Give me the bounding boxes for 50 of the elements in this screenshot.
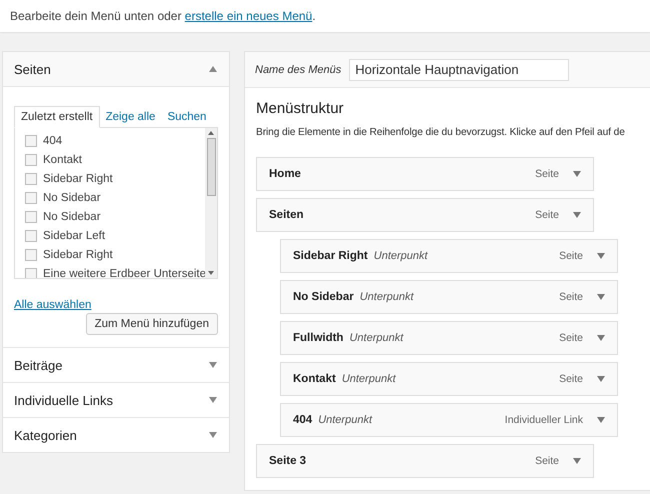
caret-icon xyxy=(573,171,581,177)
menu-item[interactable]: Sidebar Right Unterpunkt Seite xyxy=(280,239,618,273)
menu-item[interactable]: Home Seite xyxy=(256,157,594,191)
menu-name-label: Name des Menüs xyxy=(255,64,342,76)
create-menu-link[interactable]: erstelle ein neues Menü xyxy=(184,9,312,23)
tab[interactable]: Zeige alle xyxy=(100,107,162,127)
checkbox[interactable] xyxy=(25,172,37,184)
caret-icon xyxy=(597,294,605,300)
menu-item[interactable]: Kontakt Unterpunkt Seite xyxy=(280,362,618,396)
notice-text: Bearbeite dein Menü unten oder erstelle ein neues Menü. xyxy=(10,9,316,23)
caret-icon xyxy=(209,397,217,403)
checkbox[interactable] xyxy=(25,248,37,260)
menu-item[interactable]: Seite 3 Seite xyxy=(256,444,594,478)
scroll-down-icon[interactable] xyxy=(208,271,214,275)
menu-item[interactable]: No Sidebar Unterpunkt Seite xyxy=(280,280,618,314)
caret-icon xyxy=(209,66,217,72)
menu-item[interactable]: Fullwidth Unterpunkt Seite xyxy=(280,321,618,355)
instruction-text: Bring die Elemente in die Reihenfolge die du bevorzugst. Klicke auf den Pfeil auf de xyxy=(256,127,626,138)
menu-name-field[interactable]: Horizontale Hauptnavigation xyxy=(349,58,570,80)
page-label: 404 xyxy=(43,134,62,146)
page-label: Sidebar Left xyxy=(43,230,106,242)
caret-icon xyxy=(573,458,581,464)
caret-icon xyxy=(573,212,581,218)
checkbox[interactable] xyxy=(25,154,37,166)
caret-icon xyxy=(209,362,217,368)
checkbox[interactable] xyxy=(25,230,37,242)
caret-icon xyxy=(597,253,605,259)
page-label: Sidebar Right xyxy=(43,248,113,260)
menu-item[interactable]: Seiten Seite xyxy=(256,198,594,232)
tab[interactable]: Suchen xyxy=(161,107,212,127)
page-label: Kontakt xyxy=(43,154,82,166)
caret-icon xyxy=(597,376,605,382)
page-label: No Sidebar xyxy=(43,192,101,204)
caret-icon xyxy=(209,432,217,438)
checkbox[interactable] xyxy=(25,210,37,222)
section-heading: Menüstruktur xyxy=(256,100,345,117)
caret-icon xyxy=(597,335,605,341)
page-label: No Sidebar xyxy=(43,210,101,222)
tab[interactable]: Zuletzt erstellt xyxy=(14,106,100,128)
caret-icon xyxy=(597,417,605,423)
select-all-link[interactable]: Alle auswählen xyxy=(14,299,92,311)
checkbox[interactable] xyxy=(25,268,37,278)
menu-item[interactable]: 404 Unterpunkt Individueller Link xyxy=(280,403,618,437)
page-label: Sidebar Right xyxy=(43,172,113,184)
checkbox[interactable] xyxy=(25,192,37,204)
scroll-up-icon[interactable] xyxy=(208,131,214,135)
add-to-menu-button[interactable]: Zum Menü hinzufügen xyxy=(86,313,218,335)
checkbox[interactable] xyxy=(25,134,37,146)
scrollbar[interactable] xyxy=(205,128,217,278)
accordion-header[interactable]: Seiten xyxy=(3,52,229,87)
